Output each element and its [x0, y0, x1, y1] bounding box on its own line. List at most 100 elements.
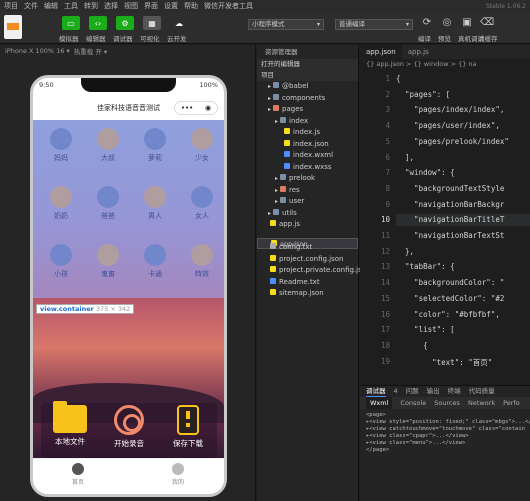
project-section[interactable]: 项目	[257, 70, 358, 81]
file-icon	[284, 128, 290, 134]
toolbar-button[interactable]: ☁	[170, 16, 188, 30]
devtools-subtab[interactable]: Wxml	[366, 397, 393, 409]
tree-item[interactable]: ▸ utils	[257, 208, 358, 220]
code-line: "navigationBarBackgr	[396, 199, 505, 209]
menu-item[interactable]: 微信开发者工具	[204, 1, 253, 11]
close-icon[interactable]: ◉	[205, 104, 211, 112]
tree-item[interactable]: ▸ prelook	[257, 173, 358, 185]
tree-item[interactable]: sitemap.json	[257, 288, 358, 300]
toolbar-button[interactable]: ▦	[143, 16, 161, 30]
version-label: Stable 1.06.2	[486, 2, 526, 10]
toolbar-button[interactable]: ⚙	[116, 16, 134, 30]
devtools-subtab[interactable]: Perfo	[503, 397, 520, 409]
tree-item[interactable]: Readme.txt	[257, 277, 358, 289]
file-icon	[284, 162, 290, 169]
tree-item[interactable]: ▸ user	[257, 196, 358, 208]
tab-app-json[interactable]: app.json	[360, 45, 402, 59]
toolbar: ▭ 模拟器 ‹› 编辑器 ⚙ 调试器 ▦ 可视化 ☁ 云开发 小程序模式 ▾ 普通编译 ▾ ⟳ 编译 ◎ 预…	[0, 12, 530, 44]
menu-item[interactable]: 转到	[84, 1, 98, 11]
line-number: 14	[380, 278, 390, 288]
toolbar-button[interactable]: ‹›	[89, 16, 107, 30]
toolbar-right-icon[interactable]: ▣	[460, 16, 474, 30]
tree-item[interactable]: index.wxss	[257, 162, 358, 174]
wxml-node[interactable]: ▸<view catchtouchmove="touchmove" class=…	[360, 426, 530, 433]
tree-item[interactable]: index.js	[257, 127, 358, 139]
code-area[interactable]: 1 {2 "pages": [3 "pages/index/index", 4 "p…	[360, 72, 530, 380]
toolbar-button-label: 可视化	[140, 35, 160, 43]
download-label: 保存下载	[173, 439, 203, 448]
menu-item[interactable]: 编辑	[44, 1, 58, 11]
tree-item[interactable]: index.json	[257, 139, 358, 151]
tree-item[interactable]: project.private.config.js...	[257, 265, 368, 277]
line-number: 2	[385, 89, 390, 99]
inspect-highlight	[33, 120, 224, 298]
tree-item-label: index.wxss	[293, 162, 332, 171]
devtools-subtab[interactable]: Console	[400, 397, 426, 409]
devtools-tab[interactable]: 调试器	[366, 386, 386, 397]
tree-item[interactable]: ▸ components	[257, 93, 358, 105]
devtools-tab[interactable]: 4	[394, 386, 398, 397]
open-editors-section[interactable]: 打开的编辑器	[257, 59, 358, 70]
tree-item[interactable]: ▸ res	[257, 185, 358, 197]
more-icon[interactable]: •••	[181, 104, 193, 112]
wxml-node[interactable]: </page>	[360, 447, 530, 454]
device-select[interactable]: iPhone X 100% 16 ▾	[5, 47, 70, 55]
folder-icon	[280, 197, 287, 203]
tree-item[interactable]: project.config.json	[257, 254, 358, 266]
tree-item[interactable]: app.js	[257, 219, 358, 231]
tree-item[interactable]: ▸ @babel	[257, 81, 358, 93]
mode-select[interactable]: 小程序模式 ▾	[248, 19, 324, 30]
devtools-tab[interactable]: 输出	[427, 386, 440, 397]
compile-select[interactable]: 普通编译 ▾	[335, 19, 413, 30]
tab-mine[interactable]: 我的	[158, 463, 198, 486]
line-number: 10	[380, 215, 390, 225]
wxml-tree: <page> ▸<view style="position: fixed;" cl…	[360, 409, 530, 454]
toolbar-right-icon[interactable]: ⟳	[420, 16, 434, 30]
tree-item[interactable]: index.wxml	[257, 150, 358, 162]
menu-item[interactable]: 工具	[64, 1, 78, 11]
file-explorer: 资源管理器 打开的编辑器 项目 ▸ @babel ▸ components ▸ pages…	[257, 45, 368, 501]
devtools-tab[interactable]: 代码质量	[469, 386, 495, 397]
breadcrumb: {} app.json > {} window > {} na	[366, 60, 477, 68]
tree-item-label: index.js	[293, 128, 320, 136]
tree-item-label: res	[289, 185, 300, 194]
line-number: 7	[385, 168, 390, 178]
toolbar-button[interactable]: ▭	[62, 16, 80, 30]
menu-item[interactable]: 文件	[24, 1, 38, 11]
menu-item[interactable]: 视图	[124, 1, 138, 11]
devtools-tab[interactable]: 问题	[406, 386, 419, 397]
code-line: },	[396, 246, 415, 256]
devtools-subtab[interactable]: Network	[468, 397, 495, 409]
wxml-node[interactable]: ▸<view class="cpapr">...</view>	[360, 433, 530, 440]
local-file-button[interactable]: 本地文件	[45, 401, 95, 447]
tab-app-js[interactable]: app.js	[402, 45, 435, 59]
menu-item[interactable]: 帮助	[184, 1, 198, 11]
status-battery: 100%	[199, 81, 218, 89]
menu-item[interactable]: 选择	[104, 1, 118, 11]
tree-item-label: app.js	[279, 220, 300, 228]
toolbar-right-icon[interactable]: ⌫	[480, 16, 494, 30]
devtools-tab[interactable]: 终端	[448, 386, 461, 397]
file-icon	[270, 220, 276, 226]
hotreload-toggle[interactable]: 热重载 开 ▾	[74, 46, 107, 56]
devtools-subtab[interactable]: Sources	[434, 397, 460, 409]
wxml-node[interactable]: ▸<view style="position: fixed;" class="m…	[360, 419, 530, 426]
chevron-icon: ▸	[268, 106, 272, 113]
file-icon	[270, 254, 276, 261]
capsule-menu[interactable]: ••• ◉	[174, 101, 218, 115]
code-line: "navigationBarTitleT	[396, 215, 505, 225]
wxml-node[interactable]: ▸<view class="menu">...</view>	[360, 440, 530, 447]
download-button[interactable]: 保存下载	[163, 405, 213, 449]
editor-tabs: app.json app.js	[360, 45, 530, 59]
tree-item[interactable]: config.txt	[257, 242, 358, 254]
menu-item[interactable]: 项目	[4, 1, 18, 11]
wxml-node[interactable]: <page>	[360, 412, 530, 419]
record-button[interactable]: 开始录音	[104, 405, 154, 449]
menu-item[interactable]: 设置	[164, 1, 178, 11]
tree-item[interactable]: ▸ index	[257, 116, 358, 128]
toolbar-right-icon[interactable]: ◎	[440, 16, 454, 30]
toolbar-right-label: 清缓存	[478, 35, 498, 43]
menu-item[interactable]: 界面	[144, 1, 158, 11]
tree-item[interactable]: ▸ pages	[257, 104, 358, 116]
tab-home[interactable]: 首页	[58, 463, 98, 486]
